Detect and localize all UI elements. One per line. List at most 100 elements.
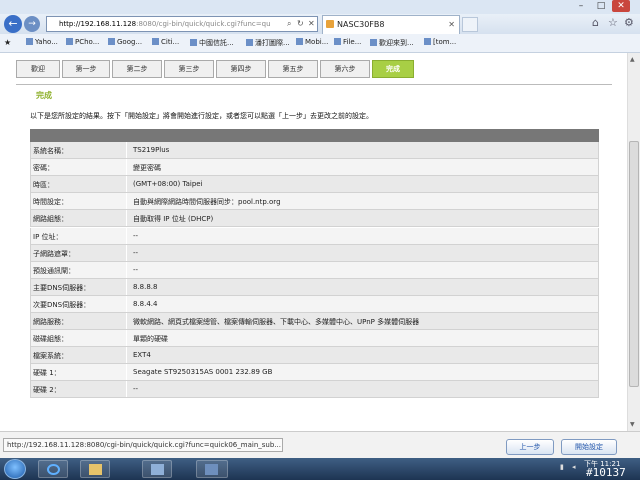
- step-4[interactable]: 第四步: [216, 60, 266, 78]
- row-value: --: [133, 248, 139, 257]
- favorite-link-2[interactable]: PCho...: [66, 38, 99, 46]
- taskbar-explorer[interactable]: [80, 460, 110, 478]
- row-value: --: [133, 385, 139, 394]
- maximize-icon[interactable]: □: [592, 0, 610, 12]
- forward-arrow-icon[interactable]: →: [24, 16, 40, 32]
- close-icon[interactable]: ✕: [612, 0, 630, 12]
- row-value: (GMT+08:00) Taipei: [133, 180, 203, 189]
- row-key: 硬碟 2：: [33, 386, 61, 395]
- link-status-tooltip: http://192.168.11.128:8080/cgi-bin/quick…: [3, 438, 283, 452]
- scroll-down-icon[interactable]: ▼: [630, 421, 635, 428]
- window-icon: [205, 464, 218, 475]
- scroll-up-icon[interactable]: ▲: [630, 56, 635, 63]
- start-menu-icon[interactable]: [4, 459, 26, 479]
- step-5[interactable]: 第五步: [268, 60, 318, 78]
- favorites-star-icon[interactable]: ☆: [608, 16, 618, 29]
- watermark-text: #10137: [586, 466, 626, 479]
- table-row: 系統名稱： TS219Plus: [30, 142, 599, 159]
- row-key: 系統名稱：: [33, 147, 68, 155]
- row-value: 單顆的硬碟: [133, 335, 168, 344]
- back-button[interactable]: 上一步: [506, 439, 554, 455]
- row-separator: [126, 244, 127, 261]
- taskbar-ie[interactable]: [38, 460, 68, 478]
- row-key: 檔案系統：: [33, 352, 68, 361]
- tray-volume-icon[interactable]: ◂: [572, 463, 580, 471]
- row-separator: [126, 227, 127, 244]
- row-separator: [126, 261, 127, 278]
- row-key: 主要DNS伺服器：: [33, 283, 91, 292]
- table-row: 硬碟 1： Seagate ST9250315AS 0001 232.89 GB: [30, 364, 599, 382]
- table-row: 密碼： 變更密碼: [30, 159, 599, 177]
- home-icon[interactable]: ⌂: [592, 16, 599, 29]
- favorite-link-1[interactable]: Yaho...: [26, 38, 58, 46]
- page-content: 歡迎 第一步 第二步 第三步 第四步 第五步 第六步 完成 完成 以下是您所設定…: [0, 53, 627, 431]
- row-separator: [126, 142, 127, 158]
- site-favicon-icon: [326, 20, 334, 28]
- row-separator: [126, 347, 127, 364]
- tray-network-icon[interactable]: ▮: [560, 463, 568, 471]
- taskbar: ▮ ◂ 下午 11:21: [0, 458, 640, 480]
- favorites-star-icon[interactable]: ★: [4, 38, 11, 47]
- table-row: 預設通訊閘： --: [30, 261, 599, 279]
- step-welcome[interactable]: 歡迎: [16, 60, 60, 78]
- taskbar-app-3[interactable]: [142, 460, 172, 478]
- table-row: 子網路遮罩： --: [30, 244, 599, 262]
- section-heading: 完成: [36, 91, 52, 100]
- table-row: 時區： (GMT+08:00) Taipei: [30, 176, 599, 194]
- browser-tab[interactable]: NASC30FB8 ✕: [322, 15, 460, 34]
- vertical-scrollbar[interactable]: ▲ ▼: [627, 53, 640, 431]
- favorite-link-7[interactable]: Mobi...: [296, 38, 328, 46]
- folder-icon: [89, 464, 102, 475]
- table-row: 次要DNS伺服器： 8.8.4.4: [30, 295, 599, 313]
- row-separator: [126, 278, 127, 295]
- taskbar-app-4[interactable]: [196, 460, 228, 478]
- refresh-icon[interactable]: ↻: [297, 17, 304, 31]
- start-setup-button[interactable]: 開始設定: [561, 439, 617, 455]
- row-key: 硬碟 1：: [33, 369, 61, 378]
- divider: [16, 84, 612, 85]
- internet-explorer-icon: [47, 464, 60, 475]
- row-key: 時區：: [33, 181, 54, 190]
- stop-icon[interactable]: ✕: [308, 17, 315, 31]
- row-key: 預設通訊閘：: [33, 266, 75, 275]
- table-row: 時間設定： 自動與網際網路時間伺服器同步：pool.ntp.org: [30, 193, 599, 211]
- link-favicon-icon: [296, 38, 303, 45]
- table-row: IP 位址： --: [30, 227, 599, 245]
- row-value: 8.8.4.4: [133, 299, 158, 308]
- favorite-link-10[interactable]: [tom...: [424, 38, 456, 46]
- row-value: 8.8.8.8: [133, 282, 158, 291]
- step-2[interactable]: 第二步: [112, 60, 162, 78]
- link-favicon-icon: [26, 38, 33, 45]
- row-separator: [126, 313, 127, 329]
- row-separator: [126, 330, 127, 347]
- favorite-link-8[interactable]: File...: [334, 38, 361, 46]
- row-separator: [126, 193, 127, 210]
- link-favicon-icon: [334, 38, 341, 45]
- row-separator: [126, 176, 127, 193]
- tab-title: NASC30FB8: [337, 20, 385, 29]
- favorite-link-9[interactable]: 歡迎來到...: [370, 38, 414, 48]
- step-6[interactable]: 第六步: [320, 60, 370, 78]
- favorite-link-3[interactable]: Goog...: [108, 38, 142, 46]
- row-separator: [126, 364, 127, 381]
- table-row: 網路組態： 自動取得 IP 位址 (DHCP): [30, 210, 599, 228]
- row-value: --: [133, 231, 139, 240]
- search-icon[interactable]: ⌕: [287, 17, 291, 31]
- favorite-link-4[interactable]: Citi...: [152, 38, 179, 46]
- address-bar[interactable]: http://192.168.11.128:8080/cgi-bin/quick…: [46, 16, 318, 32]
- step-finish[interactable]: 完成: [372, 60, 414, 78]
- minimize-icon[interactable]: –: [572, 0, 590, 12]
- new-tab-button[interactable]: [462, 17, 478, 32]
- favorite-link-5[interactable]: 中國信託...: [190, 38, 234, 48]
- table-row: 檔案系統： EXT4: [30, 347, 599, 365]
- link-favicon-icon: [66, 38, 73, 45]
- scroll-thumb[interactable]: [629, 141, 639, 387]
- row-separator: [126, 159, 127, 176]
- back-arrow-icon[interactable]: ←: [4, 15, 22, 33]
- tab-close-icon[interactable]: ✕: [448, 16, 455, 33]
- step-1[interactable]: 第一步: [62, 60, 110, 78]
- step-3[interactable]: 第三步: [164, 60, 214, 78]
- gear-icon[interactable]: ⚙: [624, 16, 634, 29]
- row-separator: [126, 381, 127, 398]
- favorite-link-6[interactable]: 潘打圖際...: [246, 38, 290, 48]
